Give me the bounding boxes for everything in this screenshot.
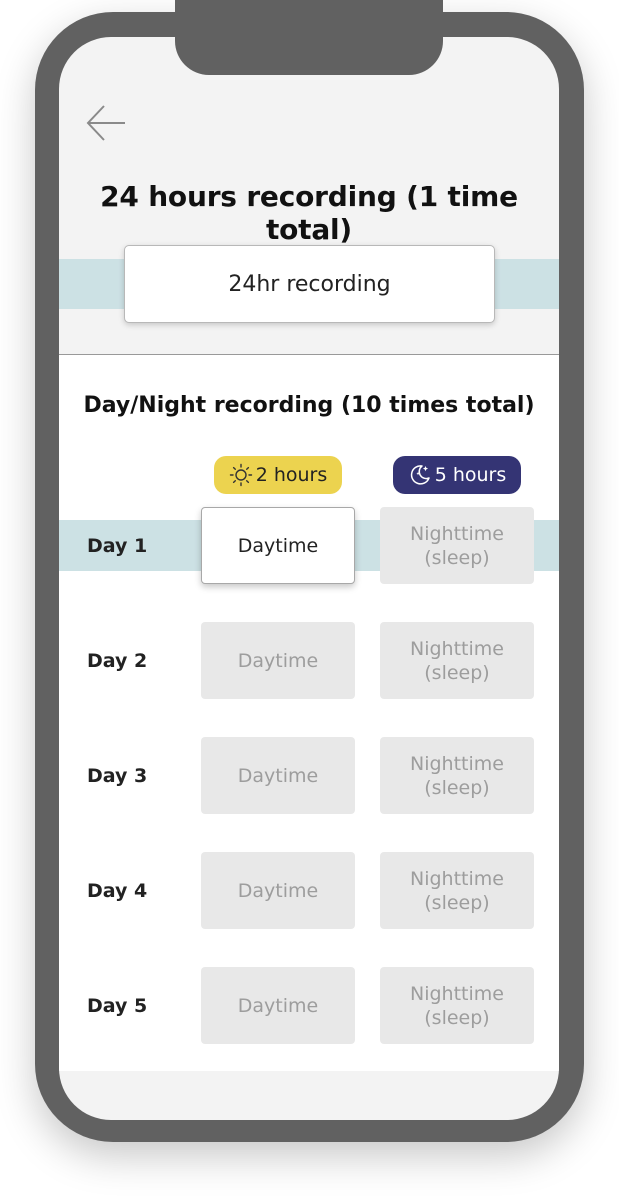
day-label: Day 1: [87, 534, 148, 557]
daytime-duration-label: 2 hours: [255, 464, 328, 486]
daytime-slot-label: Daytime: [237, 994, 319, 1017]
full-day-recording-button[interactable]: 24hr recording: [124, 245, 495, 323]
daytime-slot-button[interactable]: Daytime: [201, 852, 355, 929]
phone-notch: [175, 0, 443, 75]
day-label: Day 3: [87, 764, 148, 787]
moon-stars-icon: [410, 465, 430, 485]
day-label: Day 5: [87, 994, 148, 1017]
daytime-slot-label: Daytime: [237, 879, 319, 902]
daytime-slot-label: Daytime: [237, 764, 319, 787]
page-title: 24 hours recording (1 time total): [100, 180, 518, 246]
day-row-1: Day 1 Daytime Nighttime (sleep): [59, 507, 559, 584]
day-label: Day 2: [87, 649, 148, 672]
nighttime-slot-label: Nighttime (sleep): [410, 982, 504, 1029]
day-row-3: Day 3 Daytime Nighttime (sleep): [59, 737, 559, 814]
day-row-4: Day 4 Daytime Nighttime (sleep): [59, 852, 559, 929]
day-row-2: Day 2 Daytime Nighttime (sleep): [59, 622, 559, 699]
daytime-slot-button[interactable]: Daytime: [201, 737, 355, 814]
daytime-slot-label: Daytime: [237, 649, 319, 672]
nighttime-duration-label: 5 hours: [434, 464, 507, 486]
daytime-duration-badge: 2 hours: [214, 456, 342, 494]
nighttime-duration-badge: 5 hours: [393, 456, 521, 494]
nighttime-slot-label: Nighttime (sleep): [410, 752, 504, 799]
daytime-slot-button[interactable]: Daytime: [201, 967, 355, 1044]
nighttime-slot-label: Nighttime (sleep): [410, 637, 504, 684]
daytime-slot-button[interactable]: Daytime: [201, 622, 355, 699]
back-button[interactable]: [85, 103, 129, 143]
nighttime-slot-button[interactable]: Nighttime (sleep): [380, 967, 534, 1044]
daytime-slot-button[interactable]: Daytime: [201, 507, 355, 584]
sun-icon: [229, 463, 252, 487]
day-label: Day 4: [87, 879, 148, 902]
day-night-title: Day/Night recording (10 times total): [83, 393, 535, 418]
nighttime-slot-label: Nighttime (sleep): [410, 867, 504, 914]
nighttime-slot-button[interactable]: Nighttime (sleep): [380, 737, 534, 814]
nighttime-slot-label: Nighttime (sleep): [410, 522, 504, 569]
app-screen: 24 hours recording (1 time total) 24hr r…: [59, 37, 559, 1120]
daytime-slot-label: Daytime: [237, 534, 319, 557]
nighttime-slot-button[interactable]: Nighttime (sleep): [380, 852, 534, 929]
nighttime-slot-button[interactable]: Nighttime (sleep): [380, 507, 534, 584]
nighttime-slot-button[interactable]: Nighttime (sleep): [380, 622, 534, 699]
day-row-5: Day 5 Daytime Nighttime (sleep): [59, 967, 559, 1044]
arrow-left-icon: [86, 105, 125, 141]
